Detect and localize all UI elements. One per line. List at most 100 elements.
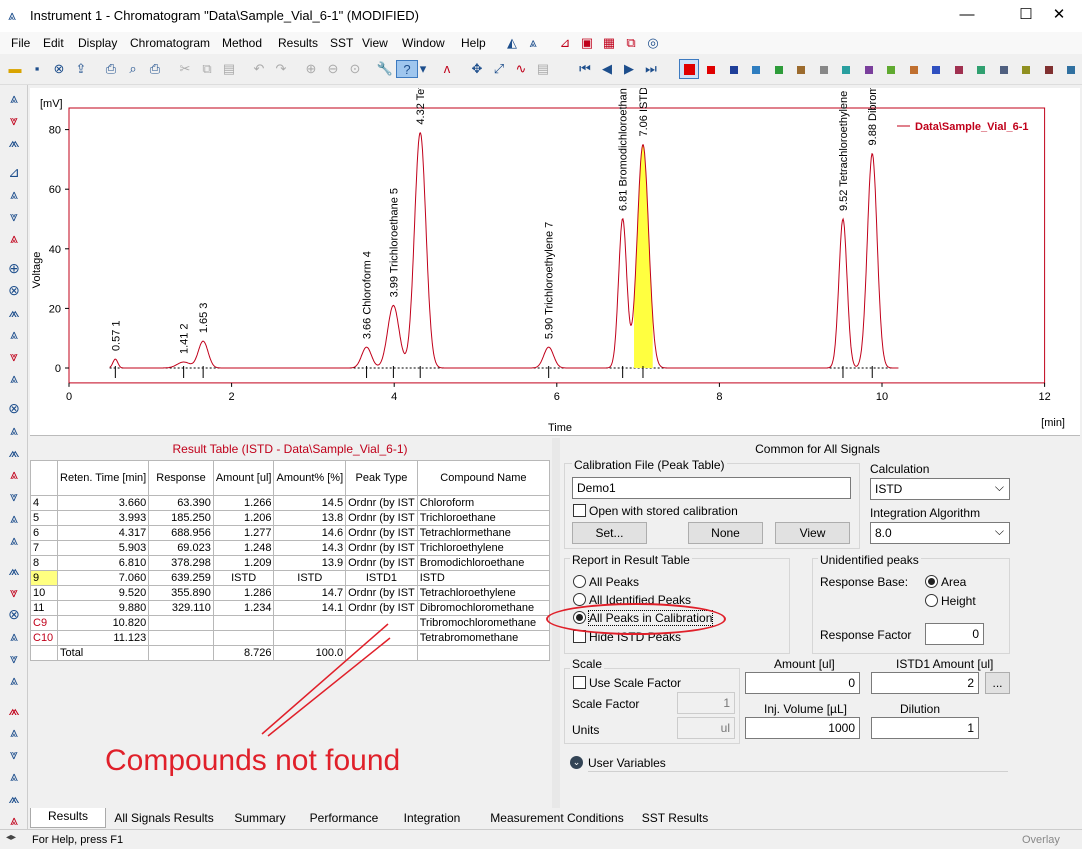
method-icon[interactable]: ◭	[503, 34, 521, 52]
calculation-select[interactable]: ISTD	[870, 477, 1010, 500]
wrench-icon[interactable]: 🔧	[376, 60, 394, 78]
sharpen-icon[interactable]: ⩔	[5, 583, 23, 601]
table-row[interactable]: 4 3.660 63.390 1.266 14.5 Ordnr (by IST Chloro…	[29, 495, 551, 511]
table-row[interactable]: 5 3.993 185.250 1.206 13.8 Ordnr (by IST Trich…	[29, 510, 551, 526]
chart-icon-1[interactable]: ⊿	[556, 34, 574, 52]
tab-results[interactable]: Results	[30, 808, 106, 828]
move-icon[interactable]: ✥	[468, 60, 486, 78]
menu-chromatogram[interactable]: Chromatogram	[130, 36, 210, 50]
delete-icon[interactable]: ⊗	[5, 399, 23, 417]
status-arrows-icon[interactable]: ◂▸	[6, 832, 16, 843]
threshold-icon[interactable]: ⩔	[5, 745, 23, 763]
preview-icon[interactable]: ⌕	[124, 60, 142, 78]
menu-window[interactable]: Window	[402, 36, 445, 50]
inj-volume-input[interactable]: 1000	[745, 717, 860, 739]
valley-icon[interactable]: ⩓	[5, 369, 23, 387]
front-tangent-icon[interactable]: ⩓	[5, 421, 23, 439]
target-icon[interactable]: ◎	[644, 34, 662, 52]
forward-baseline-icon[interactable]: ⩓	[5, 509, 23, 527]
tab-summary[interactable]: Summary	[226, 810, 294, 828]
col-header-response[interactable]: Response	[148, 460, 214, 496]
menu-view[interactable]: View	[362, 36, 388, 50]
peak-remove-icon[interactable]: ⩕	[5, 133, 23, 151]
page-icon[interactable]: ▤	[534, 60, 552, 78]
open-folder-icon[interactable]: ▬	[6, 60, 24, 78]
menu-results[interactable]: Results	[278, 36, 318, 50]
prev-icon[interactable]: ◀	[598, 60, 616, 78]
add-peak-icon[interactable]: ⊕	[5, 259, 23, 277]
color-swatch-selected[interactable]	[679, 59, 699, 79]
color-swatch-12[interactable]	[954, 66, 963, 74]
table-row[interactable]: 9 7.060 639.259 ISTD ISTD ISTD1 ISTD	[29, 570, 551, 586]
skim-icon[interactable]: ⩔	[5, 649, 23, 667]
menu-display[interactable]: Display	[78, 36, 117, 50]
zoom-in-icon[interactable]: ⊕	[302, 60, 320, 78]
menu-file[interactable]: File	[11, 36, 30, 50]
peak-add-icon[interactable]: ⩓	[5, 185, 23, 203]
color-swatch-10[interactable]	[909, 66, 918, 74]
color-swatch-4[interactable]	[774, 66, 783, 74]
color-swatch-1[interactable]	[707, 66, 715, 74]
use-scale-checkbox[interactable]	[573, 676, 586, 689]
tab-sst-results[interactable]: SST Results	[640, 810, 710, 828]
first-icon[interactable]: ⏮	[576, 60, 594, 78]
last-icon[interactable]: ⏭	[642, 60, 660, 78]
table-row[interactable]: C9 10.820 Tribromochloromethane	[29, 615, 551, 631]
dropdown-arrow-icon[interactable]: ▾	[418, 60, 428, 78]
tab-performance[interactable]: Performance	[302, 810, 386, 828]
chart-icon-3[interactable]: ▦	[600, 34, 618, 52]
all-peaks-radio[interactable]	[573, 575, 586, 588]
open-stored-checkbox[interactable]	[573, 504, 586, 517]
table-row[interactable]: 11 9.880 329.110 1.234 14.1 Ordnr (by IST Dibr…	[29, 600, 551, 616]
copy-icon[interactable]: ⧉	[198, 60, 216, 78]
set-button[interactable]: Set...	[572, 522, 647, 544]
area-radio[interactable]	[925, 575, 938, 588]
help-pointer-icon[interactable]: ?	[396, 60, 418, 78]
export-icon[interactable]: ⇪	[72, 60, 90, 78]
color-swatch-16[interactable]	[1044, 66, 1053, 74]
print-preview-icon[interactable]: ⎙	[102, 60, 120, 78]
redo-icon[interactable]: ↷	[272, 60, 290, 78]
tail-tangent-icon[interactable]: ⩕	[5, 443, 23, 461]
dilution-input[interactable]: 1	[871, 717, 979, 739]
table-row[interactable]: 6 4.317 688.956 1.277 14.6 Ordnr (by IST Tetra…	[29, 525, 551, 541]
undo-icon[interactable]: ↶	[250, 60, 268, 78]
zoom-fit-icon[interactable]: ⊙	[346, 60, 364, 78]
cut-icon[interactable]: ✂	[176, 60, 194, 78]
close-window-button[interactable]: ✕	[1036, 0, 1082, 31]
table-row[interactable]: C10 11.123 Tetrabromomethane	[29, 630, 551, 646]
zoom-out-icon[interactable]: ⊖	[324, 60, 342, 78]
chevron-down-icon[interactable]: ⌄	[570, 756, 583, 769]
color-swatch-13[interactable]	[977, 66, 985, 74]
peak-icon[interactable]: ʌ	[438, 60, 456, 78]
remove-peak-icon[interactable]: ⊗	[5, 281, 23, 299]
close-icon[interactable]: ⊗	[50, 60, 68, 78]
color-swatch-7[interactable]	[842, 66, 850, 74]
color-swatch-6[interactable]	[819, 66, 828, 74]
shoulder-icon[interactable]: ⩔	[5, 347, 23, 365]
peak-width-icon[interactable]: ⩓	[5, 723, 23, 741]
split-icon[interactable]: ⩓	[5, 671, 23, 689]
tab-measurement[interactable]: Measurement Conditions	[482, 810, 632, 828]
save-icon[interactable]: ▪	[28, 60, 46, 78]
units-input[interactable]: ul	[677, 717, 735, 739]
minimize-button[interactable]: —	[944, 0, 990, 31]
height-radio[interactable]	[925, 594, 938, 607]
peak-tangent-icon[interactable]: ⩓	[5, 229, 23, 247]
table-row[interactable]: 7 5.903 69.023 1.248 14.3 Ordnr (by IST Trichl…	[29, 540, 551, 556]
color-swatch-5[interactable]	[797, 66, 805, 74]
none-button[interactable]: None	[688, 522, 763, 544]
lock-icon[interactable]: ⩓	[5, 531, 23, 549]
menu-help[interactable]: Help	[461, 36, 486, 50]
calibration-file-input[interactable]: Demo1	[572, 477, 851, 499]
color-swatch-9[interactable]	[887, 66, 895, 74]
next-icon[interactable]: ▶	[620, 60, 638, 78]
clear-icon[interactable]: ⊗	[5, 605, 23, 623]
baseline-icon[interactable]: ⊿	[5, 163, 23, 181]
scale-factor-input[interactable]: 1	[677, 692, 735, 714]
col-header-peak-type[interactable]: Peak Type	[345, 460, 418, 496]
color-swatch-8[interactable]	[864, 66, 873, 74]
col-header-compound[interactable]: Compound Name	[416, 460, 551, 496]
table-row[interactable]: 10 9.520 355.890 1.286 14.7 Ordnr (by IST Tetr…	[29, 585, 551, 601]
col-header-amount[interactable]: Amount [ul]	[212, 460, 275, 496]
